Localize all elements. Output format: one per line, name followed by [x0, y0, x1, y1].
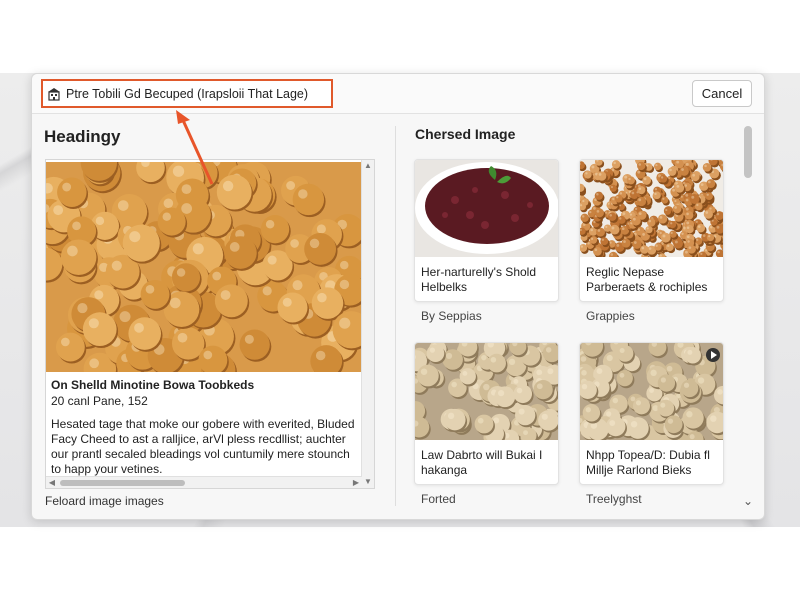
image-card[interactable]: Her-narturelly's Shold Helbelks [414, 159, 559, 302]
card-label: By Seppias [421, 309, 482, 323]
card-caption: Nhpp Topea/D: Dubia fl Millje Rarlond Bi… [586, 448, 710, 477]
dialog-titlebar: Ptre Tobili Gd Becuped (Irapsloii That L… [32, 74, 764, 114]
scroll-up-icon[interactable]: ▲ [362, 160, 374, 172]
scrollbar-thumb[interactable] [60, 480, 185, 486]
gallery-scrollbar-thumb[interactable] [744, 126, 752, 178]
chickpeas-video-image [580, 343, 723, 440]
red-lentil-bowl-image [415, 160, 558, 257]
right-heading: Chersed Image [415, 126, 516, 142]
dialog-title-highlight[interactable]: Ptre Tobili Gd Becuped (Irapsloii That L… [41, 79, 333, 108]
card-caption: Her-narturelly's Shold Helbelks [421, 265, 537, 294]
preview-horizontal-scrollbar[interactable]: ◀ ▶ [46, 476, 362, 488]
annotation-arrow-icon [176, 110, 214, 185]
preview-subtitle: 20 canl Pane, 152 [51, 394, 148, 408]
card-label: Grappies [586, 309, 635, 323]
preview-text: On Shelld Minotine Bowa Toobkeds 20 canl… [51, 378, 356, 477]
image-picker-dialog: Ptre Tobili Gd Becuped (Irapsloii That L… [31, 73, 765, 520]
play-icon[interactable] [706, 348, 720, 362]
load-images-link[interactable]: Feloard image images [45, 494, 164, 508]
preview-description: Hesated tage that moke our gobere with e… [51, 417, 355, 476]
card-label: Forted [421, 492, 456, 506]
panel-divider [395, 126, 396, 506]
image-preview-pane[interactable]: On Shelld Minotine Bowa Toobkeds 20 canl… [45, 159, 375, 489]
chickpeas-image [415, 343, 558, 440]
image-card[interactable]: Nhpp Topea/D: Dubia fl Millje Rarlond Bi… [579, 342, 724, 485]
image-card[interactable]: Law Dabrto will Bukai I hakanga [414, 342, 559, 485]
card-label: Treelyghst [586, 492, 642, 506]
scroll-down-icon[interactable]: ▼ [362, 476, 374, 488]
image-card[interactable]: Reglic Nepase Parberaets & rochiples [579, 159, 724, 302]
left-heading: Headingy [44, 127, 121, 146]
chevron-down-icon[interactable]: ⌄ [743, 494, 753, 508]
scroll-left-icon[interactable]: ◀ [46, 477, 58, 489]
lentil-bowl-image [580, 160, 723, 257]
cancel-button[interactable]: Cancel [692, 80, 752, 107]
card-caption: Reglic Nepase Parberaets & rochiples [586, 265, 708, 294]
chickpea-preview-image [46, 162, 362, 372]
preview-title: On Shelld Minotine Bowa Toobkeds [51, 378, 255, 392]
card-caption: Law Dabrto will Bukai I hakanga [421, 448, 543, 477]
preview-vertical-scrollbar[interactable]: ▲ ▼ [361, 160, 374, 488]
dialog-title: Ptre Tobili Gd Becuped (Irapsloii That L… [66, 86, 309, 101]
scroll-right-icon[interactable]: ▶ [350, 477, 362, 489]
building-icon [47, 87, 61, 101]
